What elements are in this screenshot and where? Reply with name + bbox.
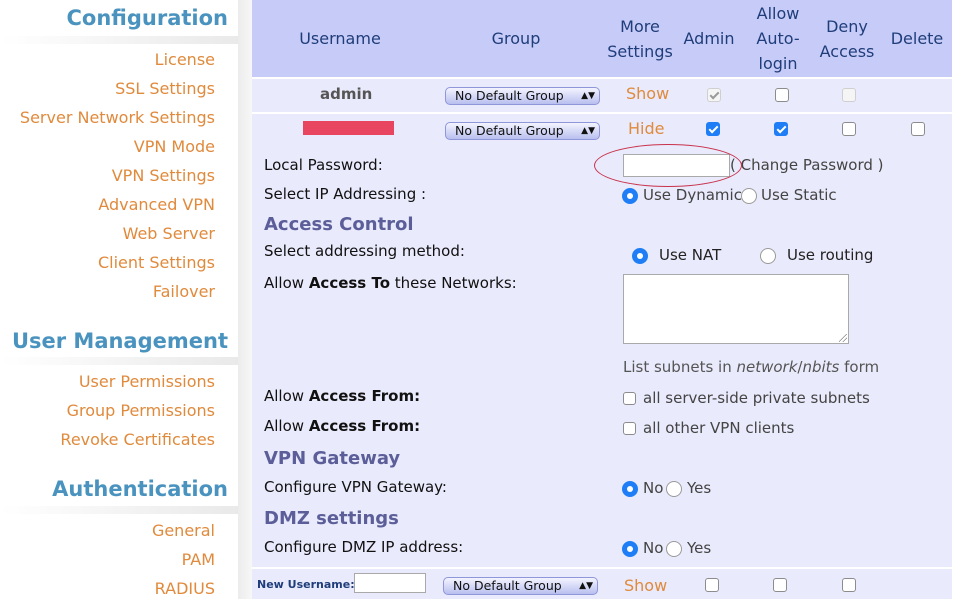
use-routing-radio[interactable] bbox=[760, 248, 776, 264]
gateway-no-label: No bbox=[643, 479, 664, 497]
sidebar-link-vpn-settings[interactable]: VPN Settings bbox=[112, 166, 215, 185]
show-settings-link[interactable]: Show bbox=[626, 84, 669, 103]
table-header: Username Group More Settings Admin Allow… bbox=[252, 0, 952, 77]
use-nat-label: Use NAT bbox=[659, 246, 722, 264]
dmz-yes-radio[interactable] bbox=[666, 541, 682, 557]
new-user-group-select[interactable]: No Default Group ▲▼ bbox=[443, 577, 598, 595]
deny-access-checkbox[interactable] bbox=[842, 88, 856, 102]
page-margin bbox=[952, 0, 976, 599]
gateway-no-radio[interactable] bbox=[622, 481, 638, 497]
vpn-gateway-heading: VPN Gateway bbox=[264, 448, 401, 469]
resize-grip-icon[interactable] bbox=[839, 334, 847, 342]
auto-login-checkbox[interactable] bbox=[774, 122, 788, 136]
use-static-radio[interactable] bbox=[741, 188, 757, 204]
use-nat-radio[interactable] bbox=[632, 248, 648, 264]
auto-login-checkbox[interactable] bbox=[775, 88, 789, 102]
dmz-yes-label: Yes bbox=[687, 539, 712, 557]
addressing-method-label: Select addressing method: bbox=[264, 242, 465, 260]
sidebar-link-ssl-settings[interactable]: SSL Settings bbox=[115, 79, 215, 98]
sidebar-link-revoke-certificates[interactable]: Revoke Certificates bbox=[60, 430, 215, 449]
row-divider bbox=[252, 567, 952, 569]
column-header-username: Username bbox=[299, 29, 381, 48]
allow-access-from-label: Allow Access From: bbox=[264, 387, 421, 405]
use-static-label: Use Static bbox=[761, 186, 837, 204]
other-clients-label: all other VPN clients bbox=[643, 419, 795, 437]
sidebar-link-pam[interactable]: PAM bbox=[182, 550, 215, 569]
sidebar-link-user-permissions[interactable]: User Permissions bbox=[79, 372, 215, 391]
sidebar-link-failover[interactable]: Failover bbox=[153, 282, 215, 301]
new-user-show-settings-link[interactable]: Show bbox=[624, 576, 667, 595]
local-password-label: Local Password: bbox=[264, 156, 383, 174]
new-user-admin-checkbox[interactable] bbox=[705, 578, 719, 592]
dmz-no-label: No bbox=[643, 539, 664, 557]
use-dynamic-radio[interactable] bbox=[622, 188, 638, 204]
chevron-updown-icon: ▲▼ bbox=[581, 91, 595, 101]
change-password-link[interactable]: ( Change Password ) bbox=[730, 156, 884, 174]
section-title-user-management: User Management bbox=[11, 329, 228, 353]
sidebar-link-group-permissions[interactable]: Group Permissions bbox=[67, 401, 215, 420]
networks-textarea[interactable] bbox=[623, 274, 849, 344]
sidebar-link-advanced-vpn[interactable]: Advanced VPN bbox=[98, 195, 215, 214]
group-select[interactable]: No Default Group ▲▼ bbox=[445, 122, 600, 140]
sidebar-link-general[interactable]: General bbox=[152, 521, 215, 540]
section-title-authentication: Authentication bbox=[52, 477, 228, 501]
sidebar-link-web-server[interactable]: Web Server bbox=[123, 224, 215, 243]
admin-checkbox[interactable] bbox=[707, 88, 721, 102]
row-divider bbox=[252, 77, 952, 79]
new-username-input[interactable] bbox=[354, 573, 426, 593]
section-divider bbox=[0, 506, 240, 514]
section-divider bbox=[0, 36, 240, 44]
sidebar: Configuration License SSL Settings Serve… bbox=[0, 0, 240, 599]
private-subnets-label: all server-side private subnets bbox=[643, 389, 870, 407]
dmz-no-radio[interactable] bbox=[622, 541, 638, 557]
hide-settings-link[interactable]: Hide bbox=[628, 119, 664, 138]
allow-access-from-label: Allow Access From: bbox=[264, 417, 421, 435]
sidebar-link-vpn-mode[interactable]: VPN Mode bbox=[134, 137, 215, 156]
private-subnets-checkbox[interactable] bbox=[623, 392, 636, 405]
admin-checkbox[interactable] bbox=[706, 122, 720, 136]
redacted-username bbox=[303, 121, 394, 135]
allow-access-to-label: Allow Access To these Networks: bbox=[264, 274, 517, 292]
new-user-deny-access-checkbox[interactable] bbox=[842, 578, 856, 592]
new-username-label: New Username: bbox=[257, 578, 355, 591]
column-header-more-settings: More Settings bbox=[607, 17, 673, 61]
username-admin: admin bbox=[320, 85, 373, 103]
group-select[interactable]: No Default Group ▲▼ bbox=[445, 87, 600, 105]
column-header-auto-login: Allow Auto- login bbox=[756, 4, 800, 73]
section-divider bbox=[0, 357, 240, 365]
configure-gateway-label: Configure VPN Gateway: bbox=[264, 478, 447, 496]
delete-checkbox[interactable] bbox=[911, 122, 925, 136]
gateway-yes-radio[interactable] bbox=[666, 481, 682, 497]
highlight-ellipse bbox=[594, 144, 742, 187]
sidebar-link-radius[interactable]: RADIUS bbox=[155, 579, 215, 598]
new-user-auto-login-checkbox[interactable] bbox=[773, 578, 787, 592]
sidebar-link-client-settings[interactable]: Client Settings bbox=[98, 253, 215, 272]
column-header-deny-access: Deny Access bbox=[819, 17, 875, 61]
other-clients-checkbox[interactable] bbox=[623, 422, 636, 435]
subnet-hint: List subnets in network/nbits form bbox=[623, 358, 880, 376]
sidebar-link-license[interactable]: License bbox=[155, 50, 215, 69]
user-permissions-table: Username Group More Settings Admin Allow… bbox=[252, 0, 952, 599]
ip-addressing-label: Select IP Addressing : bbox=[264, 185, 427, 203]
column-header-group: Group bbox=[491, 29, 541, 48]
chevron-updown-icon: ▲▼ bbox=[581, 126, 595, 136]
row-divider bbox=[252, 112, 952, 114]
column-header-admin: Admin bbox=[683, 29, 735, 48]
sidebar-edge bbox=[238, 0, 252, 599]
deny-access-checkbox[interactable] bbox=[842, 122, 856, 136]
dmz-settings-heading: DMZ settings bbox=[264, 508, 399, 529]
use-routing-label: Use routing bbox=[787, 246, 874, 264]
section-title-configuration: Configuration bbox=[66, 6, 228, 30]
use-dynamic-label: Use Dynamic bbox=[643, 186, 742, 204]
access-control-heading: Access Control bbox=[264, 214, 414, 235]
column-header-delete: Delete bbox=[890, 29, 944, 48]
chevron-updown-icon: ▲▼ bbox=[579, 581, 593, 591]
gateway-yes-label: Yes bbox=[687, 479, 712, 497]
configure-dmz-label: Configure DMZ IP address: bbox=[264, 538, 464, 556]
sidebar-link-server-network-settings[interactable]: Server Network Settings bbox=[20, 108, 215, 127]
